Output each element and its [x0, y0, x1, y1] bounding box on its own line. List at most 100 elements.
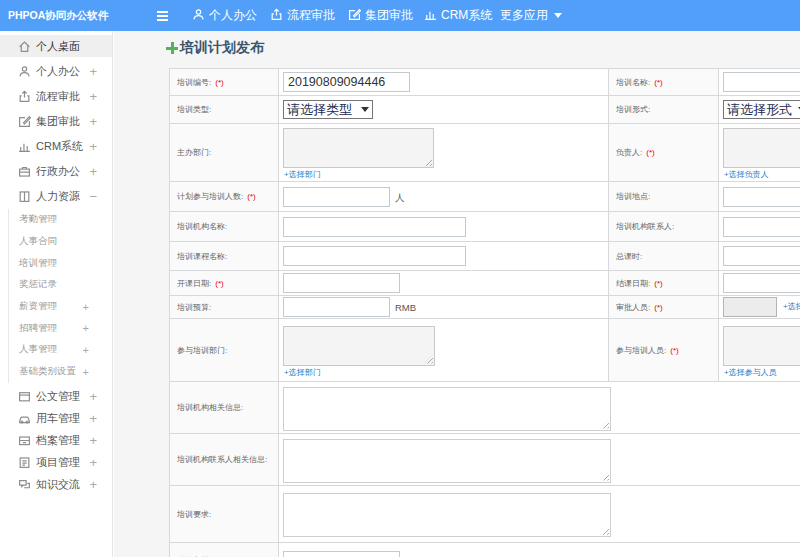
form-row-training-type: 培训类型:请选择类型培训形式:请选择形式 — [170, 96, 800, 124]
chart-icon — [18, 140, 31, 153]
host-department-box[interactable] — [283, 128, 434, 168]
field-label: 培训编号: — [177, 78, 211, 87]
required-marker: (*) — [247, 192, 255, 201]
expand-toggle[interactable]: + — [83, 300, 89, 314]
required-marker: (*) — [215, 279, 223, 288]
expand-toggle[interactable]: − — [89, 189, 97, 205]
form-row-org-info: 培训机构相关信息: — [170, 382, 800, 434]
sidebar-item-knowledge-exchange[interactable]: 知识交流+ — [0, 474, 112, 496]
nav-more-apps[interactable]: 更多应用 — [500, 0, 562, 31]
menu-toggle-icon[interactable] — [157, 11, 168, 23]
field-label: 培训机构联系人: — [616, 222, 674, 231]
sidebar-item-crm-system[interactable]: CRM系统+ — [0, 134, 112, 159]
select-department-link-2[interactable]: +选择部门 — [284, 368, 608, 377]
required-marker: (*) — [670, 346, 678, 355]
approver-box[interactable] — [723, 297, 777, 317]
field-label: 总课时: — [616, 252, 642, 261]
expand-toggle[interactable]: + — [83, 321, 89, 335]
training-type-select[interactable]: 请选择类型 — [283, 100, 373, 119]
sidebar-item-vehicle-mgmt[interactable]: 用车管理+ — [0, 408, 112, 430]
nav-group-approval[interactable]: 集团审批 — [348, 0, 413, 31]
required-marker: (*) — [654, 303, 662, 312]
start-date-input[interactable] — [283, 273, 400, 293]
training-form-select[interactable]: 请选择形式 — [723, 100, 800, 119]
required-marker: (*) — [215, 78, 223, 87]
sidebar-item-human-resources[interactable]: 人力资源− — [0, 184, 112, 209]
sidebar-item-project-mgmt[interactable]: 项目管理+ — [0, 452, 112, 474]
org-info-textarea[interactable] — [283, 387, 611, 431]
org-contact-input[interactable] — [723, 217, 800, 237]
expand-toggle[interactable]: + — [89, 433, 97, 449]
leader-box[interactable] — [723, 128, 800, 168]
nav-workflow-approval[interactable]: 流程审批 — [270, 0, 335, 31]
field-suffix: 人 — [395, 192, 405, 203]
training-no-input[interactable] — [283, 72, 410, 92]
participating-people-box[interactable] — [723, 326, 800, 366]
expand-toggle[interactable]: + — [89, 64, 97, 80]
sidebar-item-admin-office[interactable]: 行政办公+ — [0, 159, 112, 184]
sidebar-subitem-training-mgmt[interactable]: 培训管理 — [9, 252, 112, 274]
org-name-input[interactable] — [283, 217, 466, 237]
field-label: 培训形式: — [616, 105, 650, 114]
field-label: 培训地点: — [616, 192, 650, 201]
form-row-planned-participants: 计划参与培训人数:(*)人培训地点: — [170, 182, 800, 212]
expand-toggle[interactable]: + — [89, 89, 97, 105]
sidebar-subitem-hr-contract[interactable]: 人事合同 — [9, 231, 112, 253]
training-requirements-textarea[interactable] — [283, 493, 611, 537]
expand-toggle[interactable]: + — [89, 477, 97, 493]
participant-count-input[interactable] — [283, 187, 390, 207]
participating-departments-box[interactable] — [283, 326, 435, 366]
sidebar-subitem-reward-punish[interactable]: 奖惩记录 — [9, 274, 112, 296]
sidebar-item-group-approval[interactable]: 集团审批+ — [0, 109, 112, 134]
caret-down-icon — [554, 13, 562, 18]
chart-icon — [424, 8, 437, 21]
attachment-input[interactable] — [283, 551, 400, 557]
nav-crm-system[interactable]: CRM系统 — [424, 0, 492, 31]
sidebar-item-personal-office[interactable]: 个人办公 + — [0, 59, 112, 84]
total-hours-input[interactable] — [723, 246, 800, 266]
sidebar-item-workflow-approval[interactable]: 流程审批 + — [0, 84, 112, 109]
select-leader-link[interactable]: +选择负责人 — [724, 170, 800, 179]
sidebar-item-personal-desktop[interactable]: 个人桌面 — [0, 34, 112, 59]
required-marker: (*) — [646, 148, 654, 157]
required-marker: (*) — [654, 279, 662, 288]
expand-toggle[interactable]: + — [89, 411, 97, 427]
training-name-input[interactable] — [723, 72, 800, 92]
sidebar-subitem-recruit-mgmt[interactable]: 招聘管理+ — [9, 317, 112, 339]
expand-toggle[interactable]: + — [89, 114, 97, 130]
training-place-input[interactable] — [723, 187, 800, 207]
field-label: 参与培训人员: — [616, 346, 666, 355]
select-department-link[interactable]: +选择部门 — [284, 170, 608, 179]
course-name-input[interactable] — [283, 246, 466, 266]
docs-icon — [18, 390, 31, 403]
sidebar-item-label: 个人办公 — [36, 64, 80, 79]
sidebar-item-document-mgmt[interactable]: 公文管理+ — [0, 386, 112, 408]
project-icon — [18, 456, 31, 469]
nav-personal-office[interactable]: 个人办公 — [192, 0, 257, 31]
expand-toggle[interactable]: + — [83, 365, 89, 379]
field-label: 审批人员: — [616, 303, 650, 312]
org-contact-info-textarea[interactable] — [283, 439, 611, 483]
end-date-input[interactable] — [723, 273, 800, 293]
nav-label: 个人办公 — [209, 8, 257, 22]
sidebar-subitem-label: 奖惩记录 — [19, 278, 57, 291]
page-title: 培训计划发布 — [166, 38, 264, 58]
sidebar-subitem-attendance-mgmt[interactable]: 考勤管理 — [9, 209, 112, 231]
expand-toggle[interactable]: + — [89, 139, 97, 155]
sidebar-subitem-label: 人事管理 — [19, 343, 57, 356]
sidebar-subitem-personnel-mgmt[interactable]: 人事管理 + — [9, 339, 112, 361]
expand-toggle[interactable]: + — [89, 389, 97, 405]
sidebar-subitem-salary-mgmt[interactable]: 薪资管理+ — [9, 296, 112, 318]
expand-toggle[interactable]: + — [83, 343, 89, 357]
select-approver-link[interactable]: +选择审批人员 — [783, 302, 800, 311]
sidebar-item-archive-mgmt[interactable]: 档案管理+ — [0, 430, 112, 452]
expand-toggle[interactable]: + — [89, 455, 97, 471]
field-label: 主办部门: — [177, 148, 211, 157]
expand-toggle[interactable]: + — [89, 164, 97, 180]
sidebar-item-label: 人力资源 — [36, 189, 80, 204]
budget-input[interactable] — [283, 297, 390, 317]
chat-icon — [18, 478, 31, 491]
select-participants-link[interactable]: +选择参与人员 — [724, 368, 800, 377]
sidebar-item-label: 流程审批 — [36, 89, 80, 104]
sidebar-subitem-base-category[interactable]: 基础类别设置+ — [9, 361, 112, 383]
